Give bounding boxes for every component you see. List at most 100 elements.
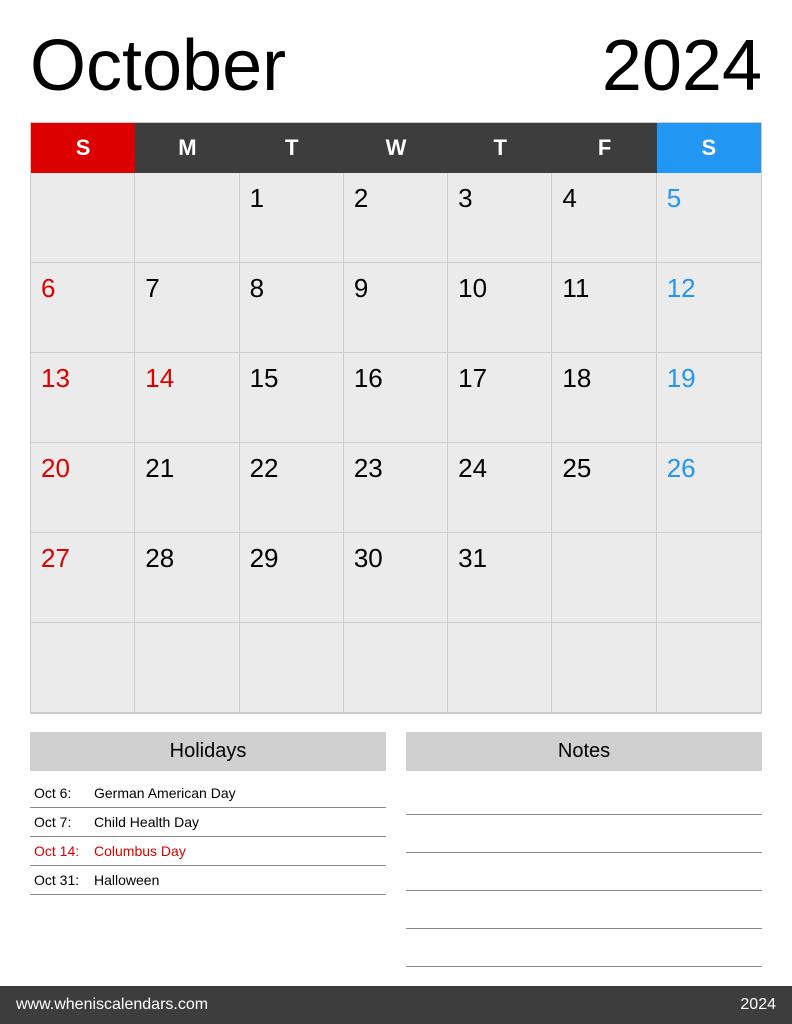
holiday-date: Oct 31: — [34, 872, 94, 888]
day-number: 17 — [458, 363, 487, 393]
day-cell: 23 — [344, 443, 448, 533]
day-header-f: F — [552, 123, 656, 173]
year-title: 2024 — [602, 30, 762, 102]
day-number: 5 — [667, 183, 681, 213]
day-number: 18 — [562, 363, 591, 393]
day-number: 9 — [354, 273, 368, 303]
day-cell — [31, 173, 135, 263]
day-number: 25 — [562, 453, 591, 483]
day-cell — [657, 623, 761, 713]
note-line — [406, 779, 762, 815]
day-cell: 15 — [240, 353, 344, 443]
day-header-t: T — [448, 123, 552, 173]
note-line — [406, 855, 762, 891]
day-cell: 29 — [240, 533, 344, 623]
holiday-item: Oct 6:German American Day — [30, 779, 386, 808]
holidays-section: Holidays Oct 6:German American DayOct 7:… — [30, 732, 386, 969]
day-number: 20 — [41, 453, 70, 483]
day-cell: 9 — [344, 263, 448, 353]
calendar-body: 1234567891011121314151617181920212223242… — [31, 173, 761, 713]
holiday-date: Oct 7: — [34, 814, 94, 830]
footer-url: www.wheniscalendars.com — [16, 996, 208, 1014]
day-cell — [240, 623, 344, 713]
notes-lines — [406, 779, 762, 967]
day-number: 10 — [458, 273, 487, 303]
day-cell: 31 — [448, 533, 552, 623]
day-number: 14 — [145, 363, 174, 393]
day-cell: 3 — [448, 173, 552, 263]
day-cell: 28 — [135, 533, 239, 623]
day-number: 15 — [250, 363, 279, 393]
day-number: 16 — [354, 363, 383, 393]
holiday-name: Columbus Day — [94, 843, 186, 859]
footer-year: 2024 — [740, 996, 776, 1014]
day-cell: 11 — [552, 263, 656, 353]
day-number: 24 — [458, 453, 487, 483]
day-number: 29 — [250, 543, 279, 573]
day-cell: 14 — [135, 353, 239, 443]
day-cell — [552, 533, 656, 623]
day-cell — [31, 623, 135, 713]
day-number: 19 — [667, 363, 696, 393]
holidays-header: Holidays — [30, 732, 386, 771]
holidays-list: Oct 6:German American DayOct 7:Child Hea… — [30, 779, 386, 895]
day-number: 31 — [458, 543, 487, 573]
day-cell: 13 — [31, 353, 135, 443]
day-cell — [448, 623, 552, 713]
day-cell — [657, 533, 761, 623]
month-title: October — [30, 30, 286, 102]
day-number: 2 — [354, 183, 368, 213]
day-cell: 20 — [31, 443, 135, 533]
footer: www.wheniscalendars.com 2024 — [0, 986, 792, 1024]
day-number: 11 — [562, 273, 589, 303]
day-number: 12 — [667, 273, 696, 303]
day-cell: 4 — [552, 173, 656, 263]
day-number: 21 — [145, 453, 174, 483]
holiday-item: Oct 31:Halloween — [30, 866, 386, 895]
note-line — [406, 817, 762, 853]
holiday-date: Oct 6: — [34, 785, 94, 801]
day-cell: 27 — [31, 533, 135, 623]
calendar-wrapper: SMTWTFS 12345678910111213141516171819202… — [30, 122, 762, 714]
day-number: 4 — [562, 183, 576, 213]
notes-section: Notes — [406, 732, 762, 969]
day-cell: 30 — [344, 533, 448, 623]
day-number: 27 — [41, 543, 70, 573]
day-cell: 1 — [240, 173, 344, 263]
day-number: 22 — [250, 453, 279, 483]
holiday-name: Halloween — [94, 872, 159, 888]
day-cell: 7 — [135, 263, 239, 353]
day-cell: 12 — [657, 263, 761, 353]
day-number: 13 — [41, 363, 70, 393]
bottom-section: Holidays Oct 6:German American DayOct 7:… — [30, 732, 762, 969]
day-cell: 26 — [657, 443, 761, 533]
day-cell: 18 — [552, 353, 656, 443]
day-cell: 5 — [657, 173, 761, 263]
day-header-t: T — [240, 123, 344, 173]
day-number: 7 — [145, 273, 159, 303]
day-number: 30 — [354, 543, 383, 573]
notes-header: Notes — [406, 732, 762, 771]
day-cell: 8 — [240, 263, 344, 353]
day-cell — [344, 623, 448, 713]
header: October 2024 — [30, 30, 762, 102]
day-header-w: W — [344, 123, 448, 173]
day-number: 8 — [250, 273, 264, 303]
day-cell — [135, 173, 239, 263]
day-cell: 10 — [448, 263, 552, 353]
holiday-name: Child Health Day — [94, 814, 199, 830]
day-number: 6 — [41, 273, 55, 303]
day-number: 3 — [458, 183, 472, 213]
day-cell: 25 — [552, 443, 656, 533]
day-cell: 17 — [448, 353, 552, 443]
calendar-header: SMTWTFS — [31, 123, 761, 173]
day-cell — [135, 623, 239, 713]
note-line — [406, 893, 762, 929]
note-line — [406, 931, 762, 967]
day-cell: 24 — [448, 443, 552, 533]
day-number: 26 — [667, 453, 696, 483]
day-cell: 19 — [657, 353, 761, 443]
day-cell: 16 — [344, 353, 448, 443]
holiday-date: Oct 14: — [34, 843, 94, 859]
holiday-item: Oct 7:Child Health Day — [30, 808, 386, 837]
